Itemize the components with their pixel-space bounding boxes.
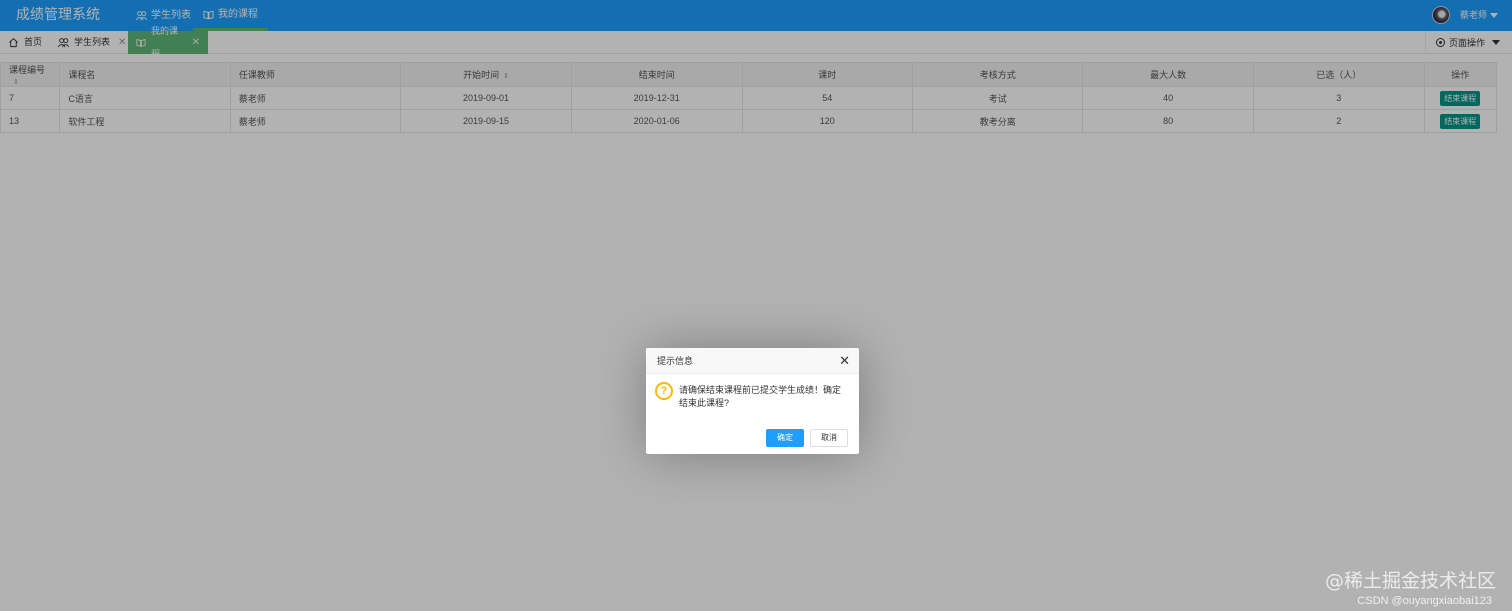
cancel-button[interactable]: 取消 (810, 429, 848, 447)
dialog-buttons: 确定 取消 (766, 429, 848, 447)
confirm-dialog: 提示信息 ✕ ? 请确保结束课程前已提交学生成绩！确定结束此课程? 确定 取消 (646, 348, 859, 454)
dialog-body: ? 请确保结束课程前已提交学生成绩！确定结束此课程? (646, 374, 859, 426)
watermark-juejin: @稀土掘金技术社区 (1324, 570, 1496, 592)
dialog-title: 提示信息 (646, 348, 859, 374)
modal-overlay (0, 0, 1512, 611)
watermark-csdn: CSDN @ouyangxiaobai123 (1357, 595, 1492, 607)
question-icon: ? (655, 382, 673, 400)
confirm-button[interactable]: 确定 (766, 429, 804, 447)
dialog-message: 请确保结束课程前已提交学生成绩！确定结束此课程? (679, 385, 842, 408)
close-icon[interactable]: ✕ (839, 353, 850, 369)
